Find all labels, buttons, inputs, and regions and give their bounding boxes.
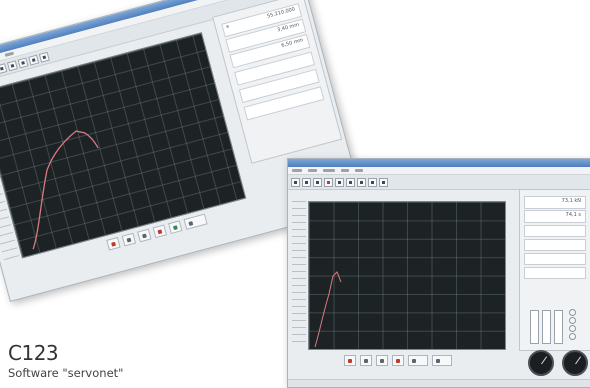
record-button[interactable] — [106, 236, 121, 251]
field-value: 3,40 mm — [276, 21, 300, 34]
field-label: ■ — [225, 24, 230, 29]
stop-icon[interactable] — [346, 177, 355, 187]
zoom-icon[interactable] — [357, 177, 366, 187]
indicator-icon — [569, 317, 576, 324]
level-bar — [542, 310, 551, 344]
result-field: 74,1 s — [524, 210, 586, 223]
level-bar — [554, 310, 563, 344]
result-field — [524, 239, 586, 251]
test-curve — [314, 271, 342, 348]
menu-item[interactable] — [341, 169, 349, 172]
pause-icon[interactable] — [0, 62, 8, 74]
export-button[interactable] — [408, 355, 428, 366]
pause-icon[interactable] — [335, 177, 344, 187]
caption: Software "servonet" — [8, 366, 124, 380]
print-button[interactable] — [183, 213, 208, 230]
save-icon[interactable] — [313, 177, 322, 187]
pause-button[interactable] — [137, 228, 152, 243]
field-value: 55.210.000 — [266, 6, 296, 20]
product-code: C123 — [8, 341, 59, 365]
pause-button[interactable] — [376, 355, 388, 366]
level-bar — [530, 310, 539, 344]
record-button[interactable] — [152, 224, 168, 239]
stop-icon[interactable] — [6, 59, 18, 71]
print-icon[interactable] — [368, 177, 377, 187]
indicator-icon — [569, 325, 576, 332]
menu-item[interactable] — [292, 169, 302, 172]
stop-button[interactable] — [360, 355, 372, 366]
stop-button[interactable] — [121, 232, 137, 247]
toolbar — [288, 175, 590, 190]
print-button[interactable] — [432, 355, 452, 366]
menu-item[interactable] — [308, 169, 317, 172]
result-panel: ■ 55.210.000 3,40 mm 6,50 mm — [212, 0, 343, 164]
indicator-icon — [569, 309, 576, 316]
status-bar — [288, 379, 590, 387]
indicator-icon — [569, 333, 576, 340]
record-icon[interactable] — [324, 177, 333, 187]
new-icon[interactable] — [291, 177, 300, 187]
field-value: 6,50 mm — [280, 37, 305, 49]
export-button[interactable] — [168, 220, 183, 235]
result-field — [524, 253, 586, 265]
settings-icon[interactable] — [379, 177, 388, 187]
zoom-icon[interactable] — [17, 56, 29, 68]
print-icon[interactable] — [28, 54, 40, 66]
menu-item[interactable] — [4, 51, 15, 57]
force-plot — [308, 201, 506, 350]
servonet-window-front: 73,1 kN 74,1 s — [287, 158, 590, 388]
field-value: 73,1 kN — [561, 198, 581, 204]
menu-item[interactable] — [355, 169, 363, 172]
menu-item[interactable] — [323, 169, 335, 172]
result-field: 73,1 kN — [524, 196, 586, 209]
record-button[interactable] — [392, 355, 404, 366]
field-value: 74,1 s — [565, 212, 581, 218]
result-field — [524, 225, 586, 237]
force-gauge — [528, 350, 554, 376]
result-field — [524, 267, 586, 279]
open-icon[interactable] — [302, 177, 311, 187]
settings-icon[interactable] — [38, 51, 50, 63]
menu-bar — [288, 167, 590, 175]
y-axis — [292, 201, 306, 348]
record-button[interactable] — [344, 355, 356, 366]
title-bar — [288, 159, 590, 167]
speed-gauge — [562, 350, 588, 376]
